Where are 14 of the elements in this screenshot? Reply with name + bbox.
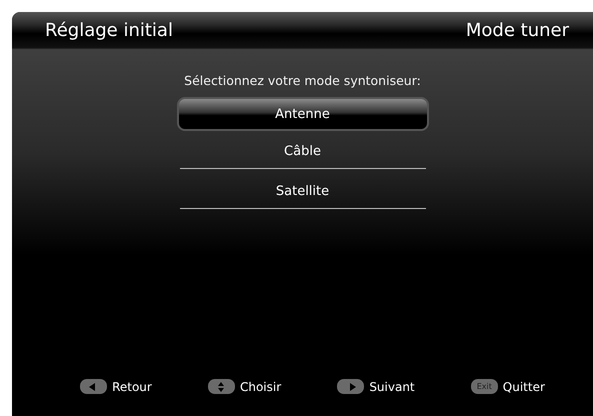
tuner-option[interactable]: Satellite xyxy=(180,175,426,209)
hint-label: Suivant xyxy=(369,380,415,394)
tuner-option[interactable]: Antenne xyxy=(176,97,428,131)
hint-label: Retour xyxy=(112,380,152,394)
screen-title: Réglage initial xyxy=(45,20,173,40)
section-title: Mode tuner xyxy=(466,20,569,40)
hint-label: Choisir xyxy=(240,380,282,394)
exit-key: Exit xyxy=(470,379,498,394)
prompt-text: Sélectionnez votre mode syntoniseur: xyxy=(184,73,421,88)
left-arrow-key-icon xyxy=(80,379,108,394)
up-down-key-icon xyxy=(208,379,235,394)
hint-label: Quitter xyxy=(502,380,545,394)
right-arrow-key-icon xyxy=(337,379,364,394)
tuner-option[interactable]: Câble xyxy=(180,135,426,169)
